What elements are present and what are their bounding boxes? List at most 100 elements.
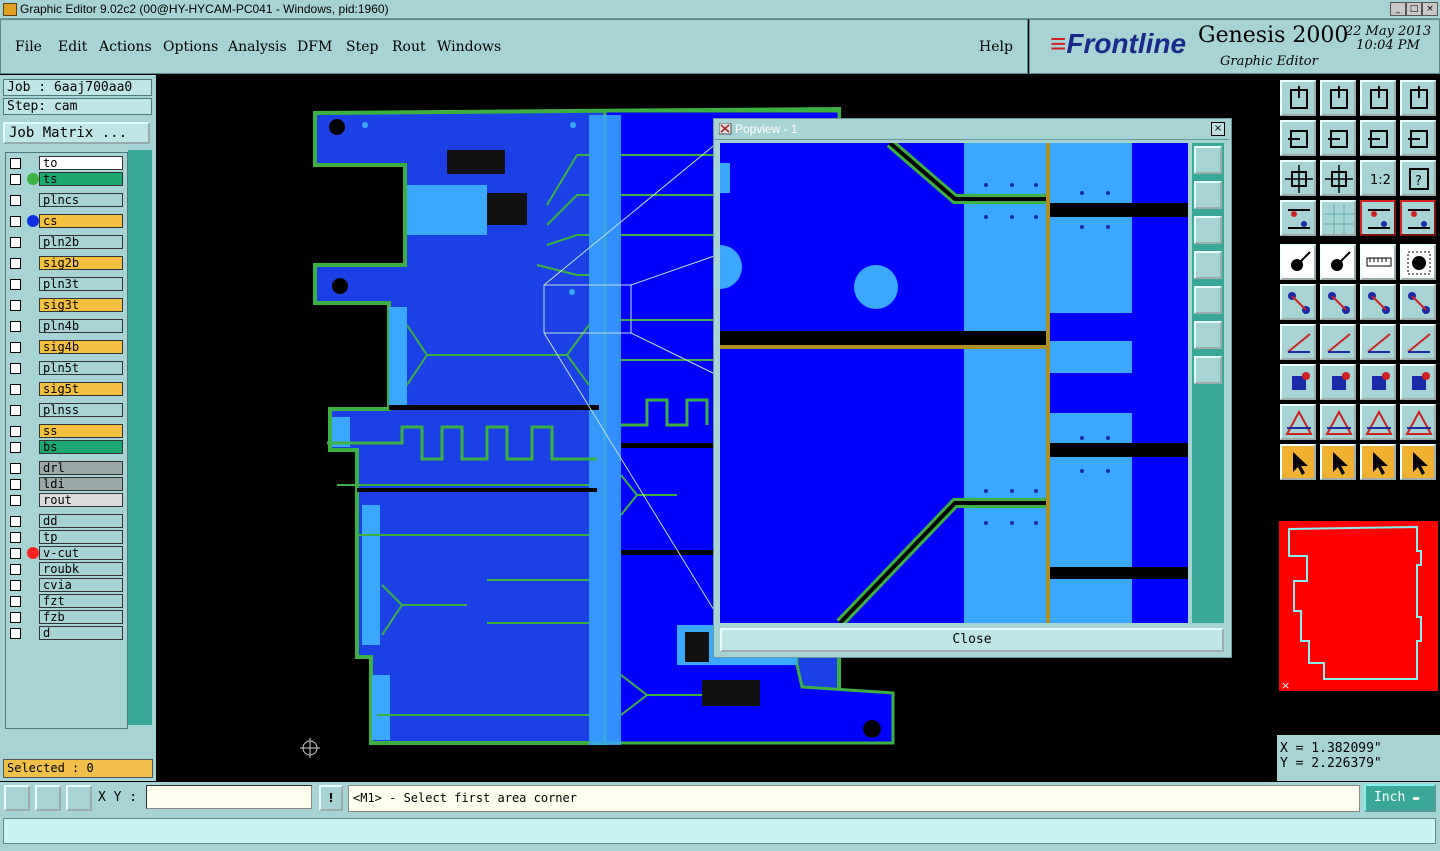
swap-icon[interactable] (1360, 120, 1396, 156)
menu-file[interactable]: File (15, 39, 42, 55)
path-icon[interactable] (1400, 444, 1436, 480)
close-icon[interactable]: × (1422, 2, 1438, 16)
layer-checkbox[interactable] (10, 532, 21, 543)
layer-checkbox[interactable] (10, 237, 21, 248)
triangle-outline-icon[interactable] (1320, 404, 1356, 440)
help-icon[interactable]: ? (1400, 160, 1436, 196)
layer-row-fzb[interactable]: fzb (6, 610, 127, 625)
pad-icon[interactable] (1400, 244, 1436, 280)
pointer-icon[interactable] (1280, 444, 1316, 480)
maximize-icon[interactable]: □ (1406, 2, 1422, 16)
layer-row-d[interactable]: d (6, 626, 127, 641)
layer-row-ts[interactable]: ts (6, 172, 127, 187)
layer-checkbox[interactable] (10, 479, 21, 490)
layer-name[interactable]: sig5t (39, 382, 123, 396)
layer-checkbox[interactable] (10, 580, 21, 591)
menu-actions[interactable]: Actions (99, 39, 152, 55)
popview-zoom-icon[interactable] (1194, 146, 1222, 174)
layer-name[interactable]: roubk (39, 562, 123, 576)
menu-dfm[interactable]: DFM (297, 39, 332, 55)
execute-button[interactable]: ! (319, 785, 343, 811)
arc-icon[interactable] (1360, 324, 1396, 360)
layer-name[interactable]: rout (39, 493, 123, 507)
layer-name[interactable]: ldi (39, 477, 123, 491)
layer-row-cvia[interactable]: cvia (6, 578, 127, 593)
layer-checkbox[interactable] (10, 158, 21, 169)
layer-checkbox[interactable] (10, 405, 21, 416)
flip-icon[interactable] (1400, 120, 1436, 156)
layer-checkbox[interactable] (10, 516, 21, 527)
triangle-cross-icon[interactable] (1400, 404, 1436, 440)
grid-toggle-icon[interactable] (1320, 200, 1356, 236)
layer-row-pln2b[interactable]: pln2b (6, 235, 127, 250)
connect-icon[interactable] (1280, 284, 1316, 320)
layer-row-dd[interactable]: dd (6, 514, 127, 529)
layer-checkbox[interactable] (10, 612, 21, 623)
angle-icon[interactable] (1280, 324, 1316, 360)
popview-pan-right-icon[interactable] (1194, 286, 1222, 314)
pointer-outline-icon[interactable] (1360, 444, 1396, 480)
layer-name[interactable]: pln5t (39, 361, 123, 375)
layer-row-sig2b[interactable]: sig2b (6, 256, 127, 271)
layer-name[interactable]: bs (39, 440, 123, 454)
zoom-center-icon[interactable] (1320, 160, 1356, 196)
layer-row-sig3t[interactable]: sig3t (6, 298, 127, 313)
popview-pan-down-icon[interactable] (1194, 216, 1222, 244)
menu-options[interactable]: Options (163, 39, 218, 55)
layer-checkbox[interactable] (10, 258, 21, 269)
menu-rout[interactable]: Rout (392, 39, 426, 55)
layer-name[interactable]: cs (39, 214, 123, 228)
layer-checkbox[interactable] (10, 628, 21, 639)
line-move-icon[interactable] (1400, 284, 1436, 320)
popview-zoom-in-icon[interactable] (1194, 321, 1222, 349)
menu-windows[interactable]: Windows (437, 39, 501, 55)
snap-right-icon[interactable] (1400, 200, 1436, 236)
minimize-icon[interactable]: _ (1390, 2, 1406, 16)
home-down-icon[interactable] (1320, 80, 1356, 116)
select-red-icon[interactable] (1320, 244, 1356, 280)
layer-row-plnss[interactable]: plnss (6, 403, 127, 418)
pad-move-icon[interactable] (1280, 364, 1316, 400)
group-icon[interactable] (1400, 364, 1436, 400)
layer-name[interactable]: to (39, 156, 123, 170)
layer-scrollbar[interactable] (128, 150, 152, 725)
layer-name[interactable]: dd (39, 514, 123, 528)
layer-checkbox[interactable] (10, 596, 21, 607)
layer-checkbox[interactable] (10, 495, 21, 506)
layer-checkbox[interactable] (10, 363, 21, 374)
layer-name[interactable]: tp (39, 530, 123, 544)
layer-checkbox[interactable] (10, 300, 21, 311)
layer-name[interactable]: pln4b (39, 319, 123, 333)
ruler-icon[interactable] (1280, 200, 1316, 236)
menu-help[interactable]: Help (979, 39, 1013, 55)
grid-icon[interactable] (66, 785, 92, 811)
popview-zoom-out-icon[interactable] (1194, 356, 1222, 384)
snap-icon[interactable] (4, 785, 30, 811)
pointer-box-icon[interactable] (1320, 444, 1356, 480)
add-feature-icon[interactable] (1280, 244, 1316, 280)
menu-edit[interactable]: Edit (58, 39, 87, 55)
unit-selector[interactable]: Inch ▬ (1364, 784, 1436, 812)
layer-row-sig5t[interactable]: sig5t (6, 382, 127, 397)
fit-screen-icon[interactable] (1280, 160, 1316, 196)
layer-row-roubk[interactable]: roubk (6, 562, 127, 577)
layer-row-pln4b[interactable]: pln4b (6, 319, 127, 334)
layer-checkbox[interactable] (10, 548, 21, 559)
layer-row-ss[interactable]: ss (6, 424, 127, 439)
layer-checkbox[interactable] (10, 279, 21, 290)
layer-row-pln5t[interactable]: pln5t (6, 361, 127, 376)
layer-name[interactable]: fzt (39, 594, 123, 608)
layer-name[interactable]: pln3t (39, 277, 123, 291)
slash-icon[interactable] (1320, 324, 1356, 360)
measure-icon[interactable] (35, 785, 61, 811)
popview-canvas[interactable] (720, 143, 1188, 623)
menu-analysis[interactable]: Analysis (228, 39, 287, 55)
layer-name[interactable]: v-cut (39, 546, 123, 560)
snap-left-icon[interactable] (1360, 200, 1396, 236)
popview-pan-left-icon[interactable] (1194, 251, 1222, 279)
layer-row-sig4b[interactable]: sig4b (6, 340, 127, 355)
popview-titlebar[interactable]: Popview - 1 × (714, 119, 1229, 140)
layer-checkbox[interactable] (10, 342, 21, 353)
layer-row-plncs[interactable]: plncs (6, 193, 127, 208)
layer-checkbox[interactable] (10, 174, 21, 185)
